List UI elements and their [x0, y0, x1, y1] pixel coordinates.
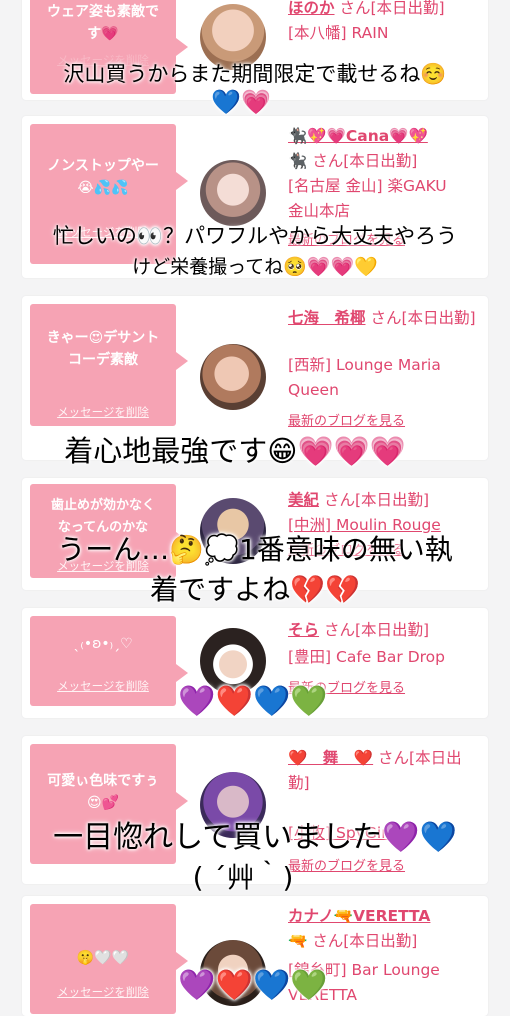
overlay-text: ( ´艸｀) [192, 861, 294, 894]
message-text: ノンストップやー 😭💦💦 [47, 158, 159, 196]
cast-status: さん[本日出勤] [334, 0, 445, 17]
shop-line: Queen [288, 381, 339, 399]
overlay-text: 沢山買うからまた期間限定で載せるね☺️ [63, 62, 447, 86]
cast-name-link[interactable]: 🐈‍⬛💖💗Cana💗💖 [288, 127, 428, 145]
message-text: ウェア姿も素敵で す💗 [47, 4, 159, 42]
message-text: ˎ₍•ʚ•₎ˏ♡ [73, 636, 133, 652]
shop-line: [西新] Lounge Maria [288, 356, 441, 374]
cast-name-link[interactable]: ほのか [288, 0, 335, 17]
cast-name-link[interactable]: ❤️ 舞 ❤️ [288, 749, 373, 767]
cast-status: 🐈‍⬛ さん[本日出勤] [288, 152, 418, 170]
delete-message-link[interactable]: メッセージを削除 [30, 404, 176, 420]
overlay-text: 忙しいの👀？パワフルやから大丈夫やろう [52, 224, 458, 248]
cast-status: さん[本日出勤] [319, 491, 430, 509]
avatar[interactable] [200, 344, 266, 410]
cast-info: 七海 希椰 さん[本日出勤] [西新] Lounge Maria Queen 最… [288, 306, 480, 434]
avatar[interactable] [200, 160, 266, 226]
overlay-emoji: 💙💗 [211, 88, 271, 116]
shop-line: [名古屋 金山] 楽GAKU [288, 177, 447, 195]
cast-name-link[interactable]: 美紀 [288, 491, 319, 509]
cast-status: さん[本日出勤] [365, 309, 476, 327]
shop-line: [本八幡] RAIN [288, 24, 389, 42]
cast-info: ほのか さん[本日出勤] [本八幡] RAIN [288, 0, 480, 46]
cast-status: さん[本日出勤] [319, 621, 430, 639]
shop-line: [豊田] Cafe Bar Drop [288, 648, 445, 666]
cast-name-link[interactable]: カナノ🔫VERETTA [288, 907, 430, 925]
overlay-emoji: 💜❤️💙💚 [178, 684, 328, 719]
overlay-text: けど栄養撮ってね🥺💗💗💛 [132, 256, 378, 278]
overlay-text: 一目惚れして買いました💜💙 [53, 820, 457, 855]
overlay-text: 着ですよね💔💔 [150, 573, 360, 606]
overlay-text: うーん…🤔💭1番意味の無い執 [57, 533, 453, 566]
cast-name-link[interactable]: そら [288, 621, 319, 639]
overlay-text: 着心地最強です😁💗💗💗 [64, 434, 406, 468]
cast-name-link[interactable]: 七海 希椰 [288, 309, 366, 327]
cast-status: 🔫 さん[本日出勤] [288, 932, 418, 950]
message-text: きゃー😍デサント コーデ素敵 [46, 330, 160, 368]
overlay-emoji: 💜❤️💙💚 [178, 968, 328, 1003]
message-bubble: きゃー😍デサント コーデ素敵 メッセージを削除 [30, 304, 188, 426]
